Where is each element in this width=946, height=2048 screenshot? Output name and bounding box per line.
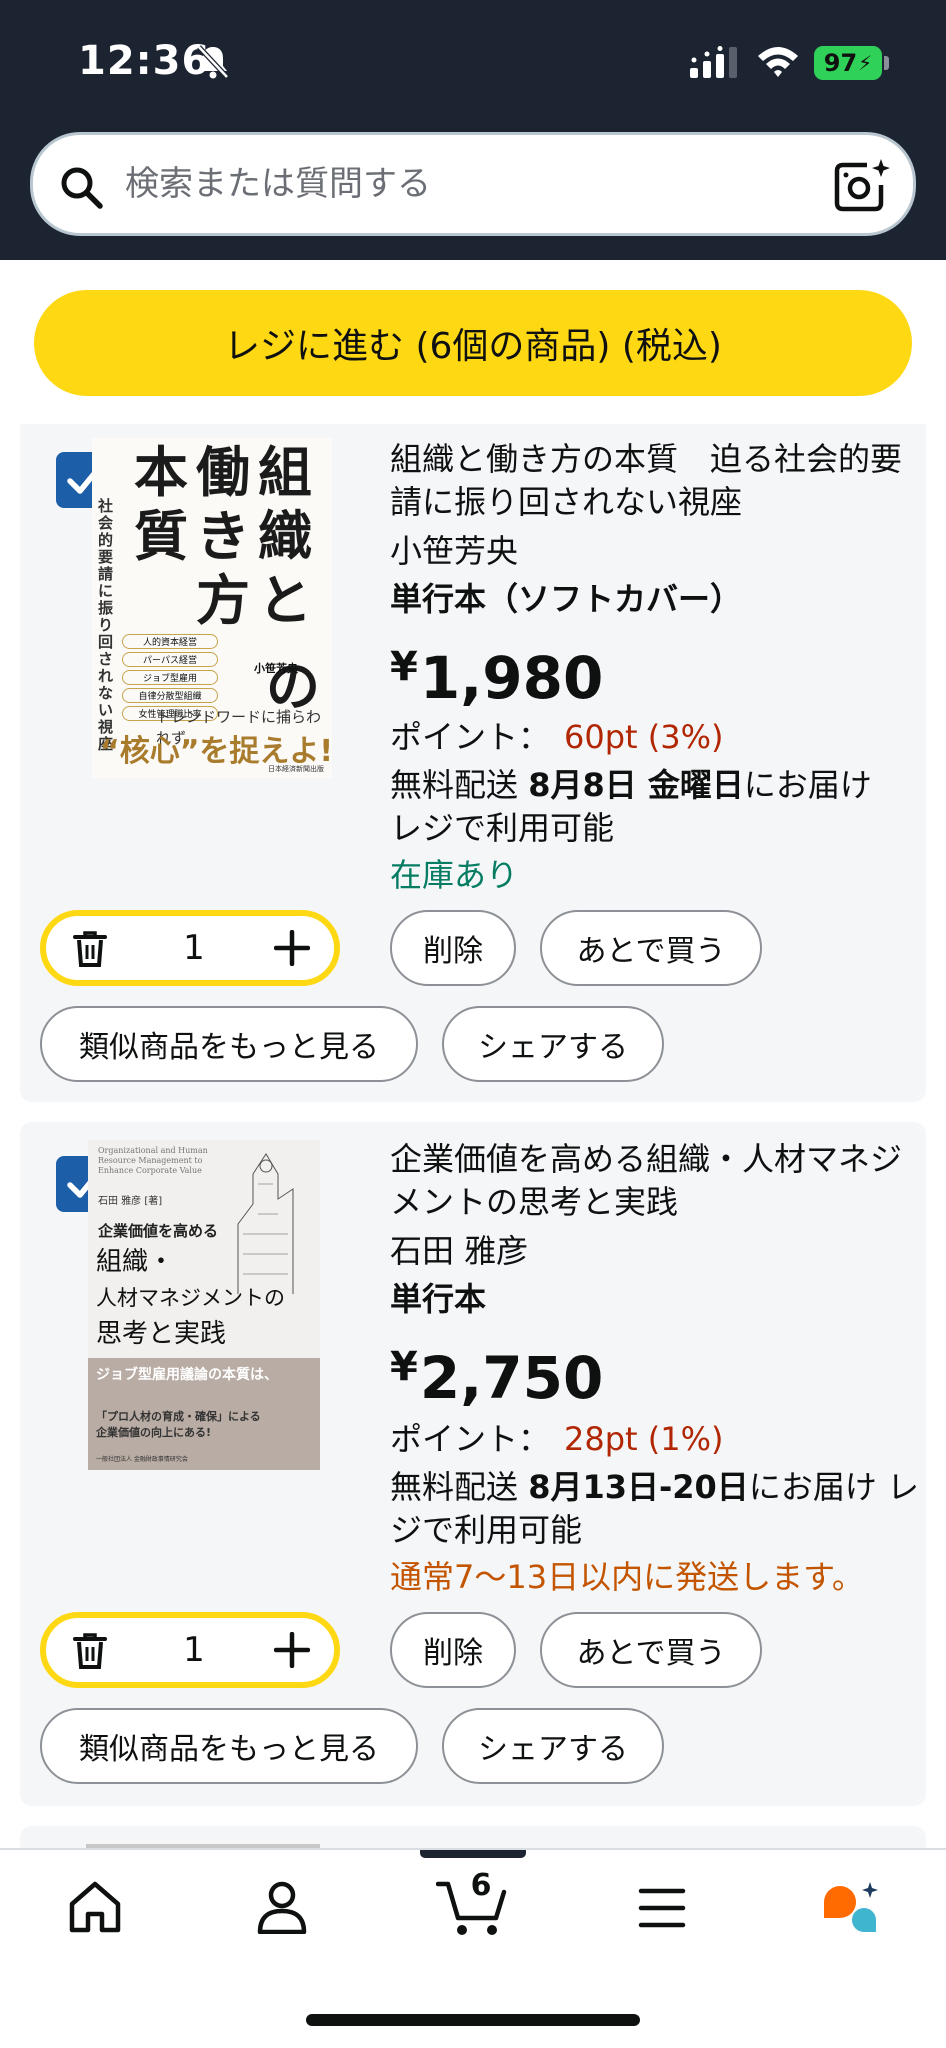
cover-title-line: 思考と実践 bbox=[96, 1319, 227, 1349]
search-input[interactable]: 検索または質問する bbox=[125, 135, 431, 233]
points-label: ポイント： bbox=[390, 1420, 551, 1458]
product-points: ポイント： 28pt (1%) bbox=[390, 1418, 724, 1461]
cart-count: 6 bbox=[470, 1868, 492, 1903]
delivery-date: 8月13日-20日 bbox=[528, 1468, 749, 1506]
cover-author: 石田 雅彦 [著] bbox=[98, 1196, 163, 1207]
product-author: 石田 雅彦 bbox=[390, 1232, 529, 1270]
cover-title-char: 働 bbox=[196, 440, 250, 504]
price-value: 1,980 bbox=[419, 644, 604, 712]
product-author: 小笹芳央 bbox=[390, 532, 519, 570]
cover-title-char: 本 bbox=[134, 440, 188, 504]
menu-icon[interactable] bbox=[638, 1886, 686, 1930]
cover-subtitle: 企業価値を高める bbox=[98, 1222, 219, 1240]
cover-title-char: 質 bbox=[134, 504, 188, 568]
search-bar[interactable]: 検索または質問する bbox=[30, 132, 916, 236]
proceed-to-checkout-button[interactable]: レジに進む (6個の商品) (税込) bbox=[34, 290, 912, 396]
cover-keyword: 自律分散型組織 bbox=[122, 688, 218, 703]
delivery-date: 8月8日 金曜日 bbox=[528, 766, 744, 804]
cover-title-char: 織 bbox=[258, 504, 312, 568]
cover-title-char: 方 bbox=[196, 568, 250, 632]
points-value: 28pt (1%) bbox=[564, 1420, 724, 1458]
cover-publisher: 一般社団法人 金融財政事情研究会 bbox=[96, 1456, 188, 1463]
availability-status: 通常7～13日以内に発送します。 bbox=[390, 1558, 864, 1596]
trash-icon[interactable] bbox=[72, 1632, 108, 1670]
home-icon[interactable] bbox=[66, 1880, 124, 1934]
cover-band-text: ジョブ型雇用議論の本質は、 bbox=[96, 1367, 278, 1383]
save-for-later-button[interactable]: あとで買う bbox=[540, 910, 762, 986]
home-indicator bbox=[306, 2014, 640, 2026]
delivery-note: レジで利用可能 bbox=[390, 809, 615, 847]
app-header: 12:36 97 ⚡ 検索または質問する bbox=[0, 0, 946, 260]
cart-nav[interactable]: 6 bbox=[436, 1868, 512, 1938]
see-similar-button[interactable]: 類似商品をもっと見る bbox=[40, 1006, 418, 1082]
account-icon[interactable] bbox=[256, 1880, 308, 1934]
cover-title: 組織・ 人材マネジメントの 思考と実践 bbox=[96, 1244, 285, 1352]
availability-status: 在庫あり bbox=[390, 856, 519, 894]
product-format: 単行本（ソフトカバー） bbox=[390, 580, 743, 618]
cover-publisher: 日本経済新聞出版 bbox=[268, 765, 324, 773]
cover-title-char: と bbox=[258, 568, 312, 632]
share-button[interactable]: シェアする bbox=[442, 1006, 664, 1082]
product-image[interactable]: 本 働 組 質 き 織 方 と の 社会的要請に振り回されない視座 人的資本経営… bbox=[92, 438, 332, 778]
cover-title-line: 組織・ bbox=[96, 1247, 175, 1277]
camera-icon[interactable] bbox=[833, 157, 891, 213]
product-price: ¥1,980 bbox=[390, 632, 603, 713]
points-value: 60pt (3%) bbox=[564, 718, 724, 756]
delivery-prefix: 無料配送 bbox=[390, 1468, 519, 1506]
cover-title-char: き bbox=[196, 504, 250, 568]
delivery-info: 無料配送 8月8日 金曜日にお届けレジで利用可能 bbox=[390, 764, 920, 850]
plus-icon[interactable] bbox=[274, 1632, 310, 1668]
bell-muted-icon bbox=[197, 45, 229, 79]
quantity-value: 1 bbox=[183, 1630, 205, 1670]
cart-item: Organizational and Human Resource Manage… bbox=[20, 1122, 926, 1806]
trash-icon[interactable] bbox=[72, 930, 108, 968]
status-time: 12:36 bbox=[78, 38, 211, 84]
search-icon bbox=[61, 167, 103, 209]
cart-item: 本 働 組 質 き 織 方 と の 社会的要請に振り回されない視座 人的資本経営… bbox=[20, 424, 926, 1102]
cover-keyword: ジョブ型雇用 bbox=[122, 670, 218, 685]
product-price: ¥2,750 bbox=[390, 1332, 603, 1413]
product-title[interactable]: 企業価値を高める組織・人材マネジメントの思考と実践 bbox=[390, 1138, 910, 1224]
cover-band: ジョブ型雇用議論の本質は、 「プロ人材の育成・確保」による 企業価値の向上にある… bbox=[88, 1358, 320, 1470]
battery-indicator: 97 ⚡ bbox=[814, 46, 882, 80]
share-button[interactable]: シェアする bbox=[442, 1708, 664, 1784]
save-for-later-button[interactable]: あとで買う bbox=[540, 1612, 762, 1688]
cover-band-text: 「プロ人材の育成・確保」による bbox=[96, 1410, 261, 1423]
delivery-prefix: 無料配送 bbox=[390, 766, 519, 804]
battery-tip bbox=[884, 56, 889, 70]
active-tab-indicator bbox=[420, 1850, 526, 1858]
delivery-suffix: にお届け bbox=[748, 1468, 877, 1506]
rufus-assistant-icon[interactable] bbox=[820, 1880, 884, 1936]
product-title[interactable]: 組織と働き方の本質 迫る社会的要請に振り回されない視座 bbox=[390, 438, 910, 524]
currency-symbol: ¥ bbox=[390, 644, 418, 690]
plus-icon[interactable] bbox=[274, 930, 310, 966]
points-label: ポイント： bbox=[390, 718, 551, 756]
quantity-stepper: 1 bbox=[40, 910, 340, 986]
quantity-stepper: 1 bbox=[40, 1612, 340, 1688]
cover-side-text: 社会的要請に振り回されない視座 bbox=[98, 497, 114, 753]
delivery-info: 無料配送 8月13日-20日にお届け レジで利用可能 bbox=[390, 1466, 920, 1552]
quantity-value: 1 bbox=[183, 928, 205, 968]
delete-button[interactable]: 削除 bbox=[390, 910, 516, 986]
signal-icon bbox=[690, 46, 737, 78]
price-value: 2,750 bbox=[419, 1344, 604, 1412]
delivery-suffix: にお届け bbox=[743, 766, 872, 804]
cover-author: 小笹芳央 bbox=[254, 662, 298, 675]
cover-title-char: 組 bbox=[258, 440, 312, 504]
delete-button[interactable]: 削除 bbox=[390, 1612, 516, 1688]
currency-symbol: ¥ bbox=[390, 1344, 418, 1390]
wifi-icon bbox=[758, 47, 798, 77]
cover-english-title: Organizational and Human Resource Manage… bbox=[98, 1146, 208, 1175]
cover-band-text: 企業価値の向上にある! bbox=[96, 1426, 212, 1439]
battery-level: 97 bbox=[823, 49, 858, 77]
product-points: ポイント： 60pt (3%) bbox=[390, 716, 724, 759]
cover-keyword: 人的資本経営 bbox=[122, 634, 218, 649]
cover-keyword: パーパス経営 bbox=[122, 652, 218, 667]
see-similar-button[interactable]: 類似商品をもっと見る bbox=[40, 1708, 418, 1784]
product-image[interactable]: Organizational and Human Resource Manage… bbox=[88, 1140, 320, 1470]
cover-title-line: 人材マネジメントの bbox=[96, 1286, 285, 1310]
product-format: 単行本 bbox=[390, 1280, 487, 1318]
